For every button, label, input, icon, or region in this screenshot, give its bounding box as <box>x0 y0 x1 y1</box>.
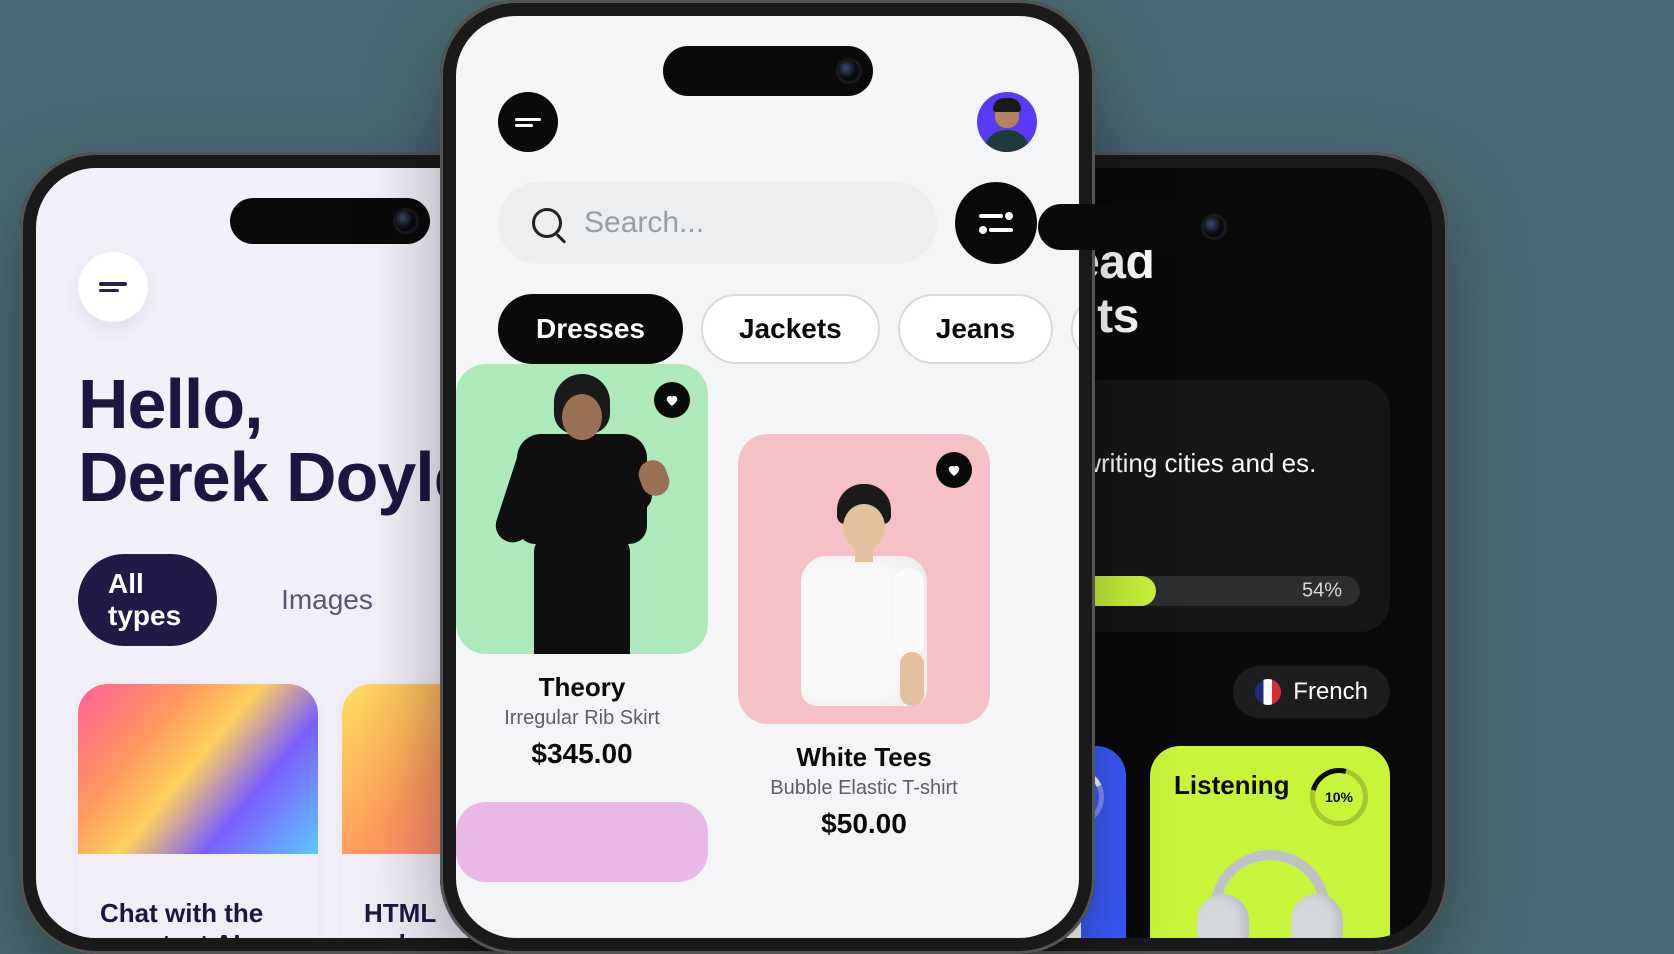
model-figure <box>492 364 672 654</box>
product-image <box>738 434 990 724</box>
chip-shorts[interactable]: Sho <box>1071 294 1079 364</box>
menu-icon <box>515 115 541 130</box>
heart-icon <box>946 462 962 478</box>
headphones-icon <box>1195 840 1345 938</box>
favorite-button[interactable] <box>936 452 972 488</box>
search-placeholder: Search... <box>584 206 704 240</box>
language-selector[interactable]: French <box>1233 666 1390 718</box>
product-image <box>456 802 708 882</box>
product-card-theory[interactable]: Theory Irregular Rib Skirt $345.00 <box>456 364 708 770</box>
search-input[interactable]: Search... <box>498 182 937 264</box>
tile-listening[interactable]: Listening 10% <box>1150 746 1390 938</box>
chip-jackets[interactable]: Jackets <box>701 294 880 364</box>
card-artwork <box>78 684 318 854</box>
avatar-image <box>977 92 1037 152</box>
device-notch <box>663 46 873 96</box>
tab-all-types[interactable]: All types <box>78 554 217 646</box>
product-price: $345.00 <box>531 738 632 770</box>
filter-icon <box>979 211 1013 235</box>
hamburger-icon <box>99 279 127 295</box>
product-image <box>456 364 708 654</box>
progress-ring: 10% <box>1310 768 1368 826</box>
menu-button[interactable] <box>498 92 558 152</box>
favorite-button[interactable] <box>654 382 690 418</box>
greeting-line2: Derek Doyle <box>78 438 472 516</box>
device-notch <box>230 198 430 244</box>
heart-icon <box>664 392 680 408</box>
tab-images[interactable]: Images <box>251 570 403 630</box>
product-name: Bubble Elastic T-shirt <box>770 777 958 800</box>
product-name: Irregular Rib Skirt <box>504 707 660 730</box>
ring-percent: 10% <box>1310 768 1368 826</box>
product-price: $50.00 <box>821 808 907 840</box>
greeting-line1: Hello, <box>78 365 263 443</box>
category-chips[interactable]: Dresses Jackets Jeans Sho <box>456 264 1079 364</box>
language-label: French <box>1293 678 1368 706</box>
product-card-white-tees[interactable]: White Tees Bubble Elastic T-shirt $50.00 <box>738 434 990 840</box>
screen: Search... Dresses Jackets Jeans Sho <box>456 16 1079 938</box>
device-notch <box>1038 204 1238 250</box>
product-card-peek[interactable] <box>456 802 708 882</box>
france-flag-icon <box>1255 679 1281 705</box>
product-brand: Theory <box>539 672 626 703</box>
chip-jeans[interactable]: Jeans <box>898 294 1053 364</box>
product-brand: White Tees <box>796 742 931 773</box>
model-figure <box>774 464 954 724</box>
card-chat-ai[interactable]: Chat with the smartest AI <box>78 684 318 938</box>
card-title: Chat with the smartest AI <box>100 898 296 938</box>
menu-button[interactable] <box>78 252 148 322</box>
product-grid: Theory Irregular Rib Skirt $345.00 White… <box>456 364 1079 924</box>
progress-percent: 54% <box>1302 579 1342 602</box>
chip-dresses[interactable]: Dresses <box>498 294 683 364</box>
profile-avatar[interactable] <box>977 92 1037 152</box>
search-icon <box>532 208 562 238</box>
phone-shopping: Search... Dresses Jackets Jeans Sho <box>440 0 1095 954</box>
filter-button[interactable] <box>955 182 1037 264</box>
